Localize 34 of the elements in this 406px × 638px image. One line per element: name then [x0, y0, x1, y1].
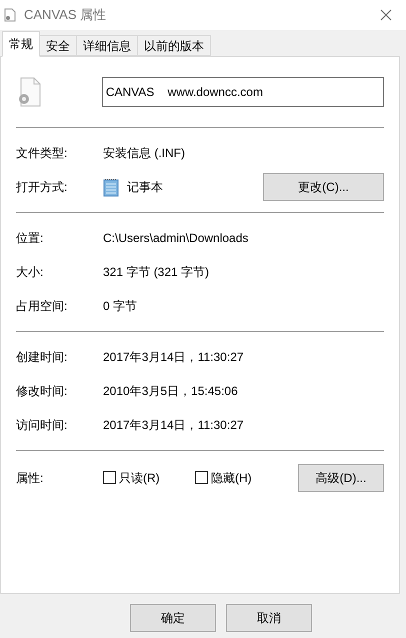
- file-icon: [4, 8, 16, 22]
- settings-file-icon: [17, 77, 41, 107]
- field-label: 修改时间:: [16, 383, 68, 400]
- field-label: 文件类型:: [16, 145, 68, 162]
- dialog-button[interactable]: 取消: [226, 604, 312, 632]
- field-label: 打开方式:: [16, 179, 68, 196]
- field-label: 创建时间:: [16, 349, 68, 366]
- field-label: 大小:: [16, 264, 44, 281]
- field-value: 2010年3月5日，15:45:06: [103, 383, 238, 400]
- field-value: C:\Users\admin\Downloads: [103, 230, 248, 247]
- tab[interactable]: 安全: [40, 35, 77, 56]
- checkbox-label: 隐藏(H): [211, 470, 252, 486]
- name-field[interactable]: CANVAS www.downcc.com: [102, 77, 384, 107]
- tab[interactable]: 常规: [2, 31, 40, 57]
- field-label: 访问时间:: [16, 417, 68, 434]
- window-title: CANVAS 属性: [24, 6, 106, 24]
- field-value: 安装信息 (.INF): [103, 145, 185, 162]
- field-label: 位置:: [16, 230, 44, 247]
- tab[interactable]: 详细信息: [77, 35, 138, 56]
- tab[interactable]: 以前的版本: [138, 35, 211, 56]
- field-value: 2017年3月14日，11:30:27: [103, 417, 244, 434]
- field-value: 2017年3月14日，11:30:27: [103, 349, 244, 366]
- change-button[interactable]: 更改(C)...: [263, 173, 384, 201]
- advanced-button[interactable]: 高级(D)...: [298, 464, 384, 492]
- checkbox[interactable]: [103, 471, 116, 484]
- checkbox-label: 只读(R): [119, 470, 160, 486]
- field-value: 记事本: [127, 179, 163, 196]
- field-label: 占用空间:: [16, 298, 68, 315]
- dialog-button[interactable]: 确定: [130, 604, 216, 632]
- field-value: 0 字节: [103, 298, 138, 315]
- checkbox[interactable]: [195, 471, 208, 484]
- field-label: 属性:: [16, 470, 44, 486]
- close-button[interactable]: [378, 7, 394, 23]
- field-value: 321 字节 (321 字节): [103, 264, 210, 281]
